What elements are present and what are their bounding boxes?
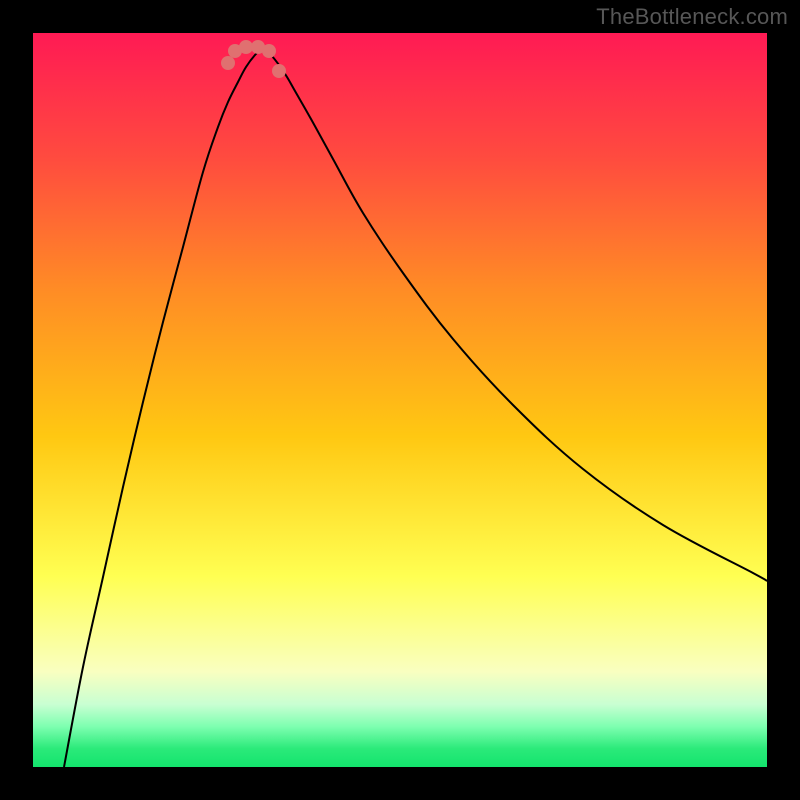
curves-layer bbox=[33, 33, 767, 767]
left-curve bbox=[64, 48, 263, 767]
marker-dot bbox=[221, 56, 235, 70]
plot-frame bbox=[33, 33, 767, 767]
minimum-markers bbox=[221, 40, 286, 78]
watermark: TheBottleneck.com bbox=[596, 4, 788, 30]
marker-dot bbox=[239, 40, 253, 54]
marker-dot bbox=[262, 44, 276, 58]
marker-dot bbox=[272, 64, 286, 78]
right-curve bbox=[263, 48, 767, 581]
